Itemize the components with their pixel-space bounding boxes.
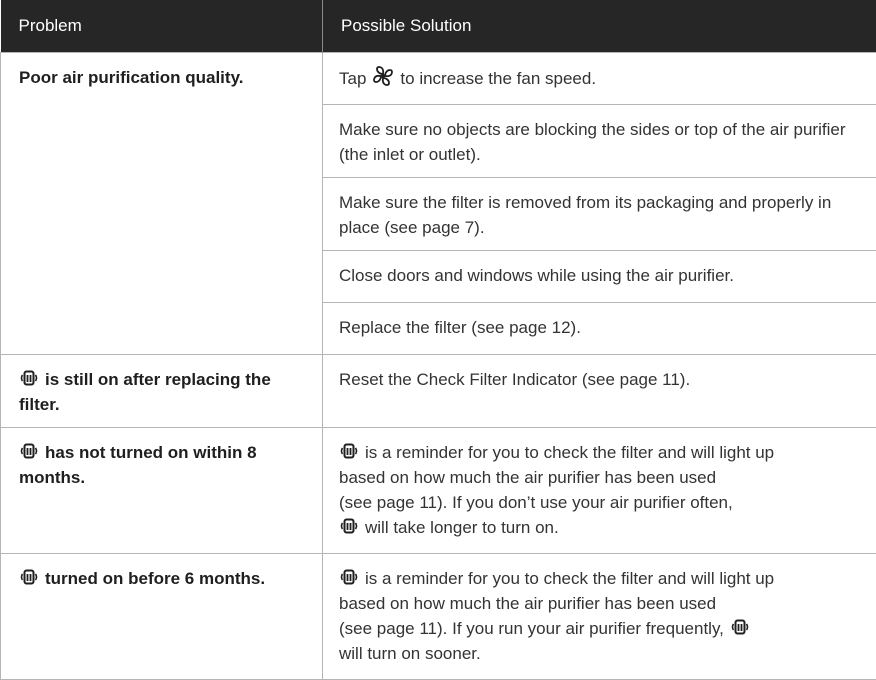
problem-cell: Poor air purification quality. [1,52,323,354]
solution-cell: is a reminder for you to check the filte… [323,553,876,679]
problem-cell: turned on before 6 months. [1,553,323,679]
solution-line: (see page 11). If you run your air purif… [339,619,724,638]
check-filter-icon [730,617,750,637]
table-row: Poor air purification quality. Tap to inc… [1,52,876,104]
solution-text: to increase the fan speed. [400,69,596,88]
problem-text: Poor air purification quality. [19,68,244,87]
solution-cell: Make sure the filter is removed from its… [323,177,876,250]
header-possible-solution: Possible Solution [323,0,876,52]
problem-text: turned on before 6 months. [45,569,265,588]
solution-cell: Tap to increase the fan speed. [323,52,876,104]
solution-cell: Make sure no objects are blocking the si… [323,104,876,177]
solution-cell: Close doors and windows while using the … [323,250,876,302]
solution-line: is a reminder for you to check the filte… [365,569,774,588]
solution-line: (see page 11). If you don’t use your air… [339,490,864,515]
solution-line: based on how much the air purifier has b… [339,465,864,490]
check-filter-icon [339,567,359,587]
solution-text: Tap [339,69,366,88]
check-filter-icon [19,368,39,388]
table-header: Problem Possible Solution [1,0,876,52]
problem-text: is still on after replacing the filter. [19,370,271,414]
solution-line: based on how much the air purifier has b… [339,591,864,616]
fan-icon [372,65,394,87]
check-filter-icon [339,516,359,536]
solution-line: will turn on sooner. [339,641,864,666]
troubleshooting-table: Problem Possible Solution Poor air purif… [0,0,876,680]
solution-cell: Reset the Check Filter Indicator (see pa… [323,354,876,427]
problem-cell: is still on after replacing the filter. [1,354,323,427]
solution-line: will take longer to turn on. [365,518,559,537]
solution-cell: is a reminder for you to check the filte… [323,427,876,553]
check-filter-icon [339,441,359,461]
solution-line: is a reminder for you to check the filte… [365,443,774,462]
table-row: has not turned on within 8 months. is a … [1,427,876,553]
solution-cell: Replace the filter (see page 12). [323,302,876,354]
check-filter-icon [19,441,39,461]
problem-text: has not turned on within 8 months. [19,443,257,487]
header-problem: Problem [1,0,323,52]
table-row: is still on after replacing the filter. … [1,354,876,427]
check-filter-icon [19,567,39,587]
table-row: turned on before 6 months. is a reminder… [1,553,876,679]
problem-cell: has not turned on within 8 months. [1,427,323,553]
